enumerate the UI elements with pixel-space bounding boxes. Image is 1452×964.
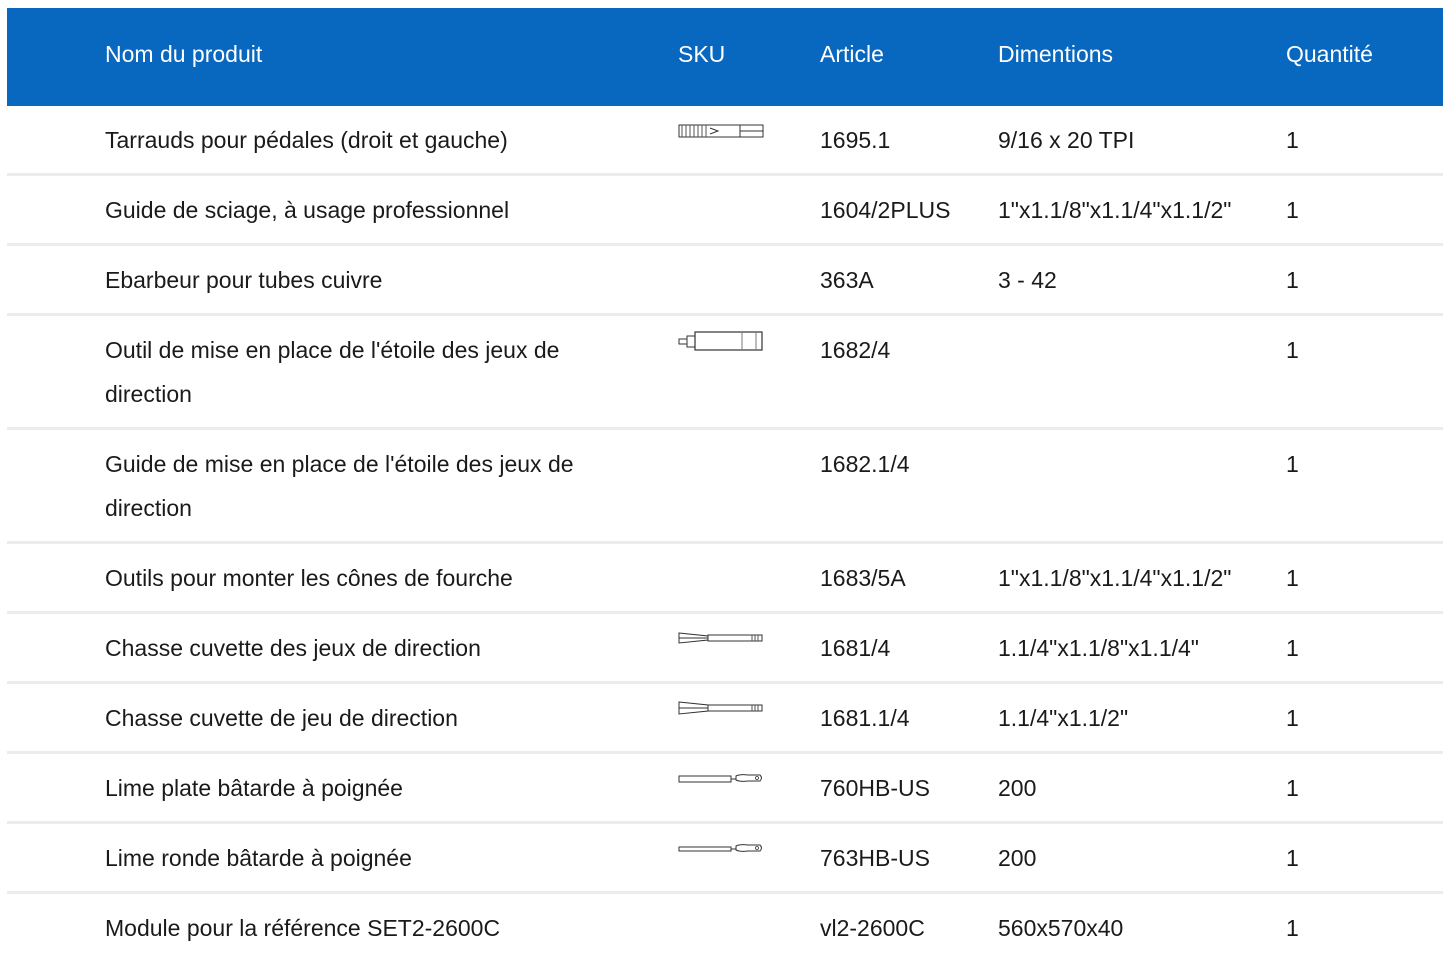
quantity: 1 <box>1286 337 1299 363</box>
quantity: 1 <box>1286 197 1299 223</box>
star-nut-setter-icon <box>678 330 764 352</box>
article-number: 1604/2PLUS <box>820 197 951 223</box>
quantity: 1 <box>1286 915 1299 941</box>
table-row: Module pour la référence SET2-2600C vl2-… <box>7 894 1443 954</box>
round-file-icon <box>678 838 764 860</box>
header-product-name: Nom du produit <box>105 41 263 67</box>
table-body: Tarrauds pour pédales (droit et gauche) … <box>7 106 1443 954</box>
table-row: Tarrauds pour pédales (droit et gauche) … <box>7 106 1443 176</box>
quantity: 1 <box>1286 267 1299 293</box>
product-name[interactable]: Tarrauds pour pédales (droit et gauche) <box>105 118 625 162</box>
quantity: 1 <box>1286 775 1299 801</box>
article-number: vl2-2600C <box>820 915 925 941</box>
table-header: Nom du produit SKU Article Dimentions Qu… <box>7 8 1443 106</box>
product-name[interactable]: Lime plate bâtarde à poignée <box>105 766 625 810</box>
quantity: 1 <box>1286 845 1299 871</box>
dimensions: 1"x1.1/8"x1.1/4"x1.1/2" <box>998 565 1232 591</box>
article-number: 760HB-US <box>820 775 930 801</box>
dimensions: 9/16 x 20 TPI <box>998 127 1135 153</box>
product-name[interactable]: Guide de sciage, à usage professionnel <box>105 188 625 232</box>
article-number: 1682/4 <box>820 337 891 363</box>
quantity: 1 <box>1286 705 1299 731</box>
table-row: Guide de mise en place de l'étoile des j… <box>7 430 1443 544</box>
dimensions: 1"x1.1/8"x1.1/4"x1.1/2" <box>998 197 1232 223</box>
table-row: Lime plate bâtarde à poignée 760HB-US 20… <box>7 754 1443 824</box>
dimensions: 200 <box>998 775 1037 801</box>
article-number: 763HB-US <box>820 845 930 871</box>
table-row: Guide de sciage, à usage professionnel 1… <box>7 176 1443 246</box>
product-name[interactable]: Outil de mise en place de l'étoile des j… <box>105 328 625 416</box>
table-row: Lime ronde bâtarde à poignée 763HB-US 20… <box>7 824 1443 894</box>
product-name[interactable]: Ebarbeur pour tubes cuivre <box>105 258 625 302</box>
table-row: Outils pour monter les cônes de fourche … <box>7 544 1443 614</box>
header-sku: SKU <box>678 41 726 67</box>
product-name[interactable]: Module pour la référence SET2-2600C <box>105 906 625 950</box>
article-number: 1681/4 <box>820 635 891 661</box>
pedal-tap-icon <box>678 120 764 142</box>
cup-remover-icon <box>678 698 764 720</box>
cup-remover-icon <box>678 628 764 650</box>
quantity: 1 <box>1286 451 1299 477</box>
header-article: Article <box>820 41 884 67</box>
dimensions: 1.1/4"x1.1/2" <box>998 705 1129 731</box>
article-number: 1695.1 <box>820 127 891 153</box>
product-name[interactable]: Chasse cuvette des jeux de direction <box>105 626 625 670</box>
article-number: 1682.1/4 <box>820 451 910 477</box>
dimensions: 3 - 42 <box>998 267 1057 293</box>
table-row: Chasse cuvette des jeux de direction 168… <box>7 614 1443 684</box>
product-name[interactable]: Chasse cuvette de jeu de direction <box>105 696 625 740</box>
product-table: Nom du produit SKU Article Dimentions Qu… <box>7 8 1443 954</box>
header-dimensions: Dimentions <box>998 41 1114 67</box>
quantity: 1 <box>1286 127 1299 153</box>
article-number: 1683/5A <box>820 565 906 591</box>
table-row: Outil de mise en place de l'étoile des j… <box>7 316 1443 430</box>
table-row: Chasse cuvette de jeu de direction 1681.… <box>7 684 1443 754</box>
article-number: 363A <box>820 267 874 293</box>
product-name[interactable]: Guide de mise en place de l'étoile des j… <box>105 442 625 530</box>
article-number: 1681.1/4 <box>820 705 910 731</box>
table-row: Ebarbeur pour tubes cuivre 363A 3 - 42 1 <box>7 246 1443 316</box>
dimensions: 560x570x40 <box>998 915 1124 941</box>
quantity: 1 <box>1286 635 1299 661</box>
quantity: 1 <box>1286 565 1299 591</box>
product-name[interactable]: Outils pour monter les cônes de fourche <box>105 556 625 600</box>
flat-file-icon <box>678 768 764 790</box>
product-name[interactable]: Lime ronde bâtarde à poignée <box>105 836 625 880</box>
header-quantity: Quantité <box>1286 41 1373 67</box>
dimensions: 200 <box>998 845 1037 871</box>
dimensions: 1.1/4"x1.1/8"x1.1/4" <box>998 635 1199 661</box>
